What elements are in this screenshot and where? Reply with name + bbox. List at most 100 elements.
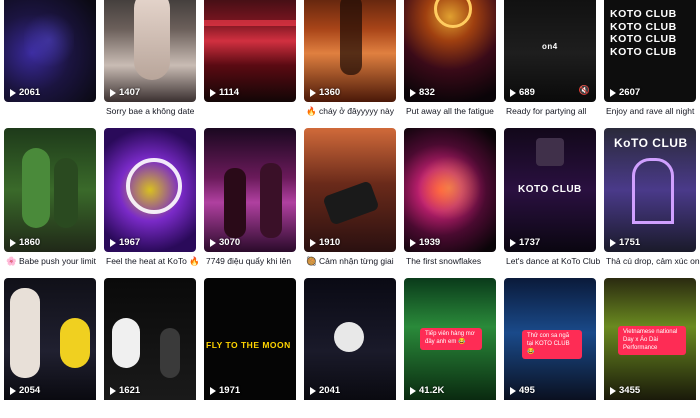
play-icon <box>110 88 116 97</box>
play-icon <box>310 386 316 395</box>
view-count: 1910 <box>310 237 340 248</box>
video-card[interactable]: 832 Put away all the fatigue <box>404 0 496 140</box>
video-thumbnail[interactable]: Tiếp viên hàng mơ đây anh em 😂 41.2K <box>404 278 496 400</box>
view-count: 1621 <box>110 385 140 396</box>
mute-icon[interactable]: 🔇 <box>579 85 590 96</box>
video-thumbnail[interactable]: 1114 <box>204 0 296 102</box>
video-title[interactable]: Ready for partying all <box>506 106 604 116</box>
view-count: 2054 <box>10 385 40 396</box>
play-icon <box>10 238 16 247</box>
video-thumbnail[interactable]: 2054 <box>4 278 96 400</box>
video-title[interactable]: Enjoy and rave all night <box>606 106 700 116</box>
view-count: 2607 <box>610 87 640 98</box>
video-card[interactable]: KoTO CLUB 1751 Thả cú drop, cảm xúc on <box>604 128 700 268</box>
view-count: 2061 <box>10 87 40 98</box>
play-icon <box>410 88 416 97</box>
play-icon <box>410 386 416 395</box>
video-card[interactable]: 1621 <box>104 278 196 418</box>
overlay-text: on4 <box>542 42 558 51</box>
video-thumbnail[interactable]: 1939 <box>404 128 496 252</box>
video-card[interactable]: 3070 7749 điệu quẩy khi lên <box>204 128 296 268</box>
play-icon <box>510 238 516 247</box>
video-title[interactable]: Sorry bae a không date <box>106 106 204 116</box>
video-card[interactable]: on4 689 🔇 Ready for partying all <box>504 0 596 140</box>
view-count: 1114 <box>210 87 239 98</box>
video-card[interactable]: KOTO CLUB KOTO CLUB KOTO CLUB KOTO CLUB … <box>604 0 696 140</box>
video-thumbnail[interactable]: Thử con sa ngã tại KOTO CLUB 😂 495 <box>504 278 596 400</box>
overlay-text: KOTO CLUB <box>518 184 582 195</box>
play-icon <box>510 386 516 395</box>
video-thumbnail[interactable]: Vietnamese national Day x Áo Dài Perform… <box>604 278 696 400</box>
video-card[interactable]: 1407 Sorry bae a không date <box>104 0 196 140</box>
video-card[interactable]: 1360 🔥 cháy ở đâyyyyy này <box>304 0 396 140</box>
video-card[interactable]: 2061 <box>4 0 96 140</box>
video-thumbnail[interactable]: 1967 <box>104 128 196 252</box>
play-icon <box>210 238 216 247</box>
video-title[interactable]: 🌸 Babe push your limit <box>6 256 104 267</box>
video-title[interactable]: Let's dance at KoTo Club <box>506 256 604 266</box>
video-thumbnail[interactable]: KOTO CLUB 1737 <box>504 128 596 252</box>
play-icon <box>310 88 316 97</box>
overlay-text: KOTO CLUB KOTO CLUB KOTO CLUB KOTO CLUB <box>610 8 677 58</box>
caption-tag: Vietnamese national Day x Áo Dài Perform… <box>618 326 686 356</box>
video-title[interactable]: Put away all the fatigue <box>406 106 504 116</box>
video-thumbnail[interactable]: KOTO CLUB KOTO CLUB KOTO CLUB KOTO CLUB … <box>604 0 696 102</box>
view-count: 1860 <box>10 237 40 248</box>
video-card[interactable]: 1114 <box>204 0 296 140</box>
play-icon <box>410 238 416 247</box>
view-count: 1967 <box>110 237 140 248</box>
video-card[interactable]: 1860 🌸 Babe push your limit <box>4 128 96 268</box>
play-icon <box>10 386 16 395</box>
video-thumbnail[interactable]: 2041 <box>304 278 396 400</box>
play-icon <box>110 238 116 247</box>
video-title[interactable]: Thả cú drop, cảm xúc on <box>606 256 700 266</box>
video-title[interactable]: 🥘 Cảm nhận từng giai <box>306 256 404 267</box>
video-title[interactable]: 🔥 cháy ở đâyyyyy này <box>306 106 404 117</box>
play-icon <box>10 88 16 97</box>
play-icon <box>210 88 216 97</box>
view-count: 1939 <box>410 237 440 248</box>
video-card[interactable]: 2041 <box>304 278 396 418</box>
video-thumbnail[interactable]: KoTO CLUB 1751 <box>604 128 696 252</box>
view-count: 495 <box>510 385 535 396</box>
video-thumbnail[interactable]: FLY TO THE MOON 1971 <box>204 278 296 400</box>
view-count: 3070 <box>210 237 240 248</box>
view-count: 689 <box>510 87 535 98</box>
play-icon <box>610 386 616 395</box>
view-count: 1407 <box>110 87 140 98</box>
play-icon <box>610 238 616 247</box>
play-icon <box>310 238 316 247</box>
video-thumbnail[interactable]: on4 689 🔇 <box>504 0 596 102</box>
overlay-text: FLY TO THE MOON <box>206 340 291 350</box>
video-thumbnail[interactable]: 832 <box>404 0 496 102</box>
play-icon <box>210 386 216 395</box>
video-title[interactable]: 7749 điệu quẩy khi lên <box>206 256 304 266</box>
video-card[interactable]: 2054 <box>4 278 96 418</box>
video-thumbnail[interactable]: 3070 <box>204 128 296 252</box>
video-card[interactable]: 1939 The first snowflakes <box>404 128 496 268</box>
caption-tag: Thử con sa ngã tại KOTO CLUB 😂 <box>522 330 582 360</box>
view-count: 2041 <box>310 385 340 396</box>
video-card[interactable]: KOTO CLUB 1737 Let's dance at KoTo Club <box>504 128 600 268</box>
video-thumbnail[interactable]: 1621 <box>104 278 196 400</box>
video-thumbnail[interactable]: 1910 <box>304 128 396 252</box>
view-count: 1360 <box>310 87 340 98</box>
video-card[interactable]: FLY TO THE MOON 1971 <box>204 278 296 418</box>
video-thumbnail[interactable]: 2061 <box>4 0 96 102</box>
video-title[interactable]: The first snowflakes <box>406 256 504 266</box>
video-thumbnail[interactable]: 1360 <box>304 0 396 102</box>
overlay-text: KoTO CLUB <box>614 136 688 150</box>
video-thumbnail[interactable]: 1407 <box>104 0 196 102</box>
play-icon <box>610 88 616 97</box>
video-thumbnail[interactable]: 1860 <box>4 128 96 252</box>
video-card[interactable]: Thử con sa ngã tại KOTO CLUB 😂 495 <box>504 278 596 418</box>
video-card[interactable]: Tiếp viên hàng mơ đây anh em 😂 41.2K <box>404 278 496 418</box>
video-card[interactable]: Vietnamese national Day x Áo Dài Perform… <box>604 278 696 418</box>
view-count: 832 <box>410 87 435 98</box>
video-card[interactable]: 1910 🥘 Cảm nhận từng giai <box>304 128 396 268</box>
view-count: 3455 <box>610 385 640 396</box>
video-card[interactable]: 1967 Feel the heat at KoTo 🔥 <box>104 128 200 268</box>
video-title[interactable]: Feel the heat at KoTo 🔥 <box>106 256 204 267</box>
caption-tag: Tiếp viên hàng mơ đây anh em 😂 <box>420 328 482 350</box>
view-count: 1737 <box>510 237 540 248</box>
